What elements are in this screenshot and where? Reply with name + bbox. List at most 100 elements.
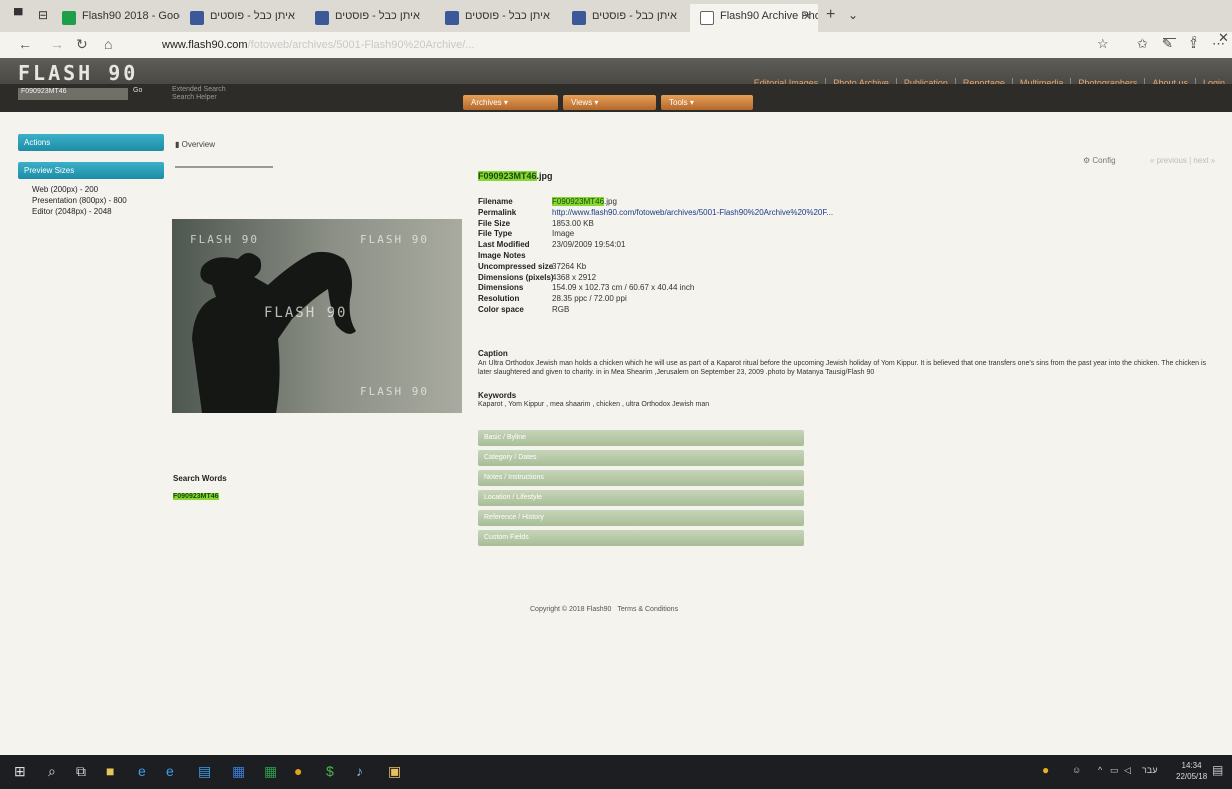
meta-value: 4368 x 2912 [552, 272, 597, 282]
file-ext: .jpg [536, 171, 553, 181]
keywords-heading: Keywords [478, 391, 517, 400]
url-field[interactable]: www.flash90.com/fotoweb/archives/5001-Fl… [150, 36, 1080, 54]
accordion-basic-byline[interactable]: Basic / Byline [478, 430, 804, 446]
archives-dropdown[interactable]: Archives ▾ [463, 95, 558, 110]
tools-dropdown[interactable]: Tools ▾ [661, 95, 753, 110]
actions-header[interactable]: Actions [18, 134, 164, 151]
go-button[interactable]: Go [133, 87, 161, 100]
minimize-icon[interactable]: — [1163, 30, 1176, 45]
new-tab-button[interactable]: + [826, 6, 835, 24]
meta-label: Last Modified [478, 240, 530, 250]
meta-label: Image Notes [478, 250, 526, 260]
caption-section: Caption An Ultra Orthodox Jewish man hol… [478, 349, 1218, 377]
tab-facebook-4[interactable]: איתן כבל - פוסטים [562, 4, 689, 32]
tab-facebook-2[interactable]: איתן כבל - פוסטים [305, 4, 429, 32]
config-link[interactable]: ⚙ Config [1083, 156, 1116, 165]
accordion-reference-history[interactable]: Reference / History [478, 510, 804, 526]
preview-size-editor[interactable]: Editor (2048px) - 2048 [32, 207, 150, 216]
meta-label: File Size [478, 218, 511, 228]
preview-sizes-header[interactable]: Preview Sizes [18, 162, 164, 179]
preview-size-web[interactable]: Web (200px) - 200 [32, 185, 150, 194]
meta-value: 37264 Kb [552, 261, 587, 271]
maximize-icon[interactable]: ▫ [1192, 30, 1197, 45]
ie-icon[interactable]: e [166, 763, 174, 779]
clock[interactable]: 14:34 22/05/18 [1176, 760, 1207, 782]
media-icon[interactable]: ♪ [356, 763, 363, 779]
file-explorer-icon[interactable]: ▣ [388, 763, 401, 780]
tab-google-sheets[interactable]: Flash90 2018 - Google Shee [52, 4, 180, 32]
preview-sizes-panel: Preview Sizes Web (200px) - 200 Presenta… [18, 162, 164, 224]
close-window-icon[interactable]: ✕ [1218, 30, 1229, 46]
search-icon[interactable]: ⌕ [48, 763, 56, 780]
permalink-link[interactable]: http://www.flash90.com/fotoweb/archives/… [552, 208, 833, 219]
window-menu-icon[interactable]: ▀ [14, 8, 23, 22]
edge-icon[interactable]: e [138, 763, 146, 779]
tray-chevron-icon[interactable]: ^ [1098, 765, 1102, 775]
refresh-icon[interactable]: ↻ [76, 36, 88, 53]
accordion-custom-fields[interactable]: Custom Fields [478, 530, 804, 546]
search-helper-link[interactable]: Search Helper [172, 94, 226, 102]
language-indicator[interactable]: עבר [1142, 765, 1157, 775]
main-content: Actions Preview Sizes Web (200px) - 200 … [0, 112, 1232, 755]
meta-value: 154.09 x 102.73 cm / 60.67 x 40.44 inch [552, 283, 695, 293]
actions-panel: Actions [18, 134, 164, 151]
tab-label: איתן כבל - פוסטים [335, 10, 420, 22]
chrome-icon[interactable]: ● [294, 763, 302, 779]
browser-tab-bar: ▀ ⊟ Flash90 2018 - Google Shee איתן כבל … [0, 0, 1232, 32]
back-icon[interactable]: ← [18, 36, 32, 52]
site-search-input[interactable]: F090923MT46 [18, 88, 128, 100]
network-icon[interactable]: ▭ [1110, 765, 1119, 776]
close-tab-icon[interactable]: ✕ [803, 10, 812, 23]
prev-next-links[interactable]: « previous | next » [1150, 156, 1215, 165]
excel-icon[interactable]: ▦ [264, 763, 277, 780]
volume-icon[interactable]: ◁ [1124, 765, 1131, 776]
watermark-bottom-right: FLASH 90 [360, 385, 429, 398]
meta-value: F090923MT46.jpg [552, 197, 617, 208]
favorites-hub-icon[interactable]: ✩ [1137, 36, 1148, 52]
watermark-center: FLASH 90 [264, 305, 348, 321]
views-dropdown[interactable]: Views ▾ [563, 95, 656, 110]
file-title: F090923MT46.jpg [478, 171, 553, 181]
clock-date: 22/05/18 [1176, 772, 1208, 781]
notifications-icon[interactable]: ▤ [1212, 763, 1223, 777]
overview-tab[interactable]: ▮ Overview [175, 140, 215, 149]
meta-label: Dimensions (pixels) [478, 272, 554, 282]
home-icon[interactable]: ⌂ [104, 36, 112, 52]
task-view-icon[interactable]: ⧉ [76, 763, 86, 780]
metadata-accordion: Basic / Byline Category / Dates Notes / … [478, 430, 804, 550]
accordion-location-lifestyle[interactable]: Location / Lifestyle [478, 490, 804, 506]
tab-flash90-archive[interactable]: Flash90 Archive Photos ✕ [690, 4, 818, 32]
tools-label: Tools [669, 98, 688, 107]
preview-size-presentation[interactable]: Presentation (800px) - 800 [32, 196, 150, 205]
app-icon[interactable]: ▤ [198, 763, 211, 780]
extended-search-link[interactable]: Extended Search [172, 86, 226, 94]
keywords-section: Keywords Kaparot , Yom Kippur , mea shaa… [478, 391, 709, 408]
tab-list-chevron-icon[interactable]: ⌄ [848, 8, 858, 22]
money-icon[interactable]: $ [326, 763, 334, 779]
tab-facebook-3[interactable]: איתן כבל - פוסטים [435, 4, 560, 32]
tab-preview-icon[interactable]: ⊟ [38, 8, 48, 22]
meta-value: Image [552, 229, 575, 239]
meta-value: 1853.00 KB [552, 218, 594, 228]
terms-link[interactable]: Terms & Conditions [617, 606, 678, 613]
forward-icon[interactable]: → [50, 36, 64, 52]
tab-facebook-1[interactable]: איתן כבל - פוסטים [180, 4, 300, 32]
accordion-notes-instructions[interactable]: Notes / Instructions [478, 470, 804, 486]
accordion-category-dates[interactable]: Category / Dates [478, 450, 804, 466]
search-word-term[interactable]: F090923MT46 [173, 493, 219, 500]
site-logo[interactable]: FLASH 90 [18, 61, 138, 85]
page-icon [700, 11, 714, 25]
watermark-top-right: FLASH 90 [360, 233, 429, 246]
favorite-star-icon[interactable]: ☆ [1097, 36, 1109, 52]
store-icon[interactable]: ■ [106, 763, 114, 779]
windows-taskbar: ⊞ ⌕ ⧉ ■ e e ▤ ▦ ▦ ● $ ♪ ▣ ● ☺ ^ ▭ ◁ עבר … [0, 755, 1232, 789]
tray-app-icon[interactable]: ● [1042, 763, 1049, 777]
start-windows-icon[interactable]: ⊞ [14, 763, 26, 780]
caption-text: An Ultra Orthodox Jewish man holds a chi… [478, 360, 1207, 376]
preview-photo[interactable]: FLASH 90 FLASH 90 FLASH 90 FLASH 90 [172, 219, 462, 413]
people-icon[interactable]: ☺ [1072, 765, 1081, 775]
word-icon[interactable]: ▦ [232, 763, 245, 780]
screen: ▀ ⊟ Flash90 2018 - Google Shee איתן כבל … [0, 0, 1232, 789]
meta-label: Uncompressed size [478, 261, 554, 271]
meta-value: 28.35 ppc / 72.00 ppi [552, 294, 627, 304]
